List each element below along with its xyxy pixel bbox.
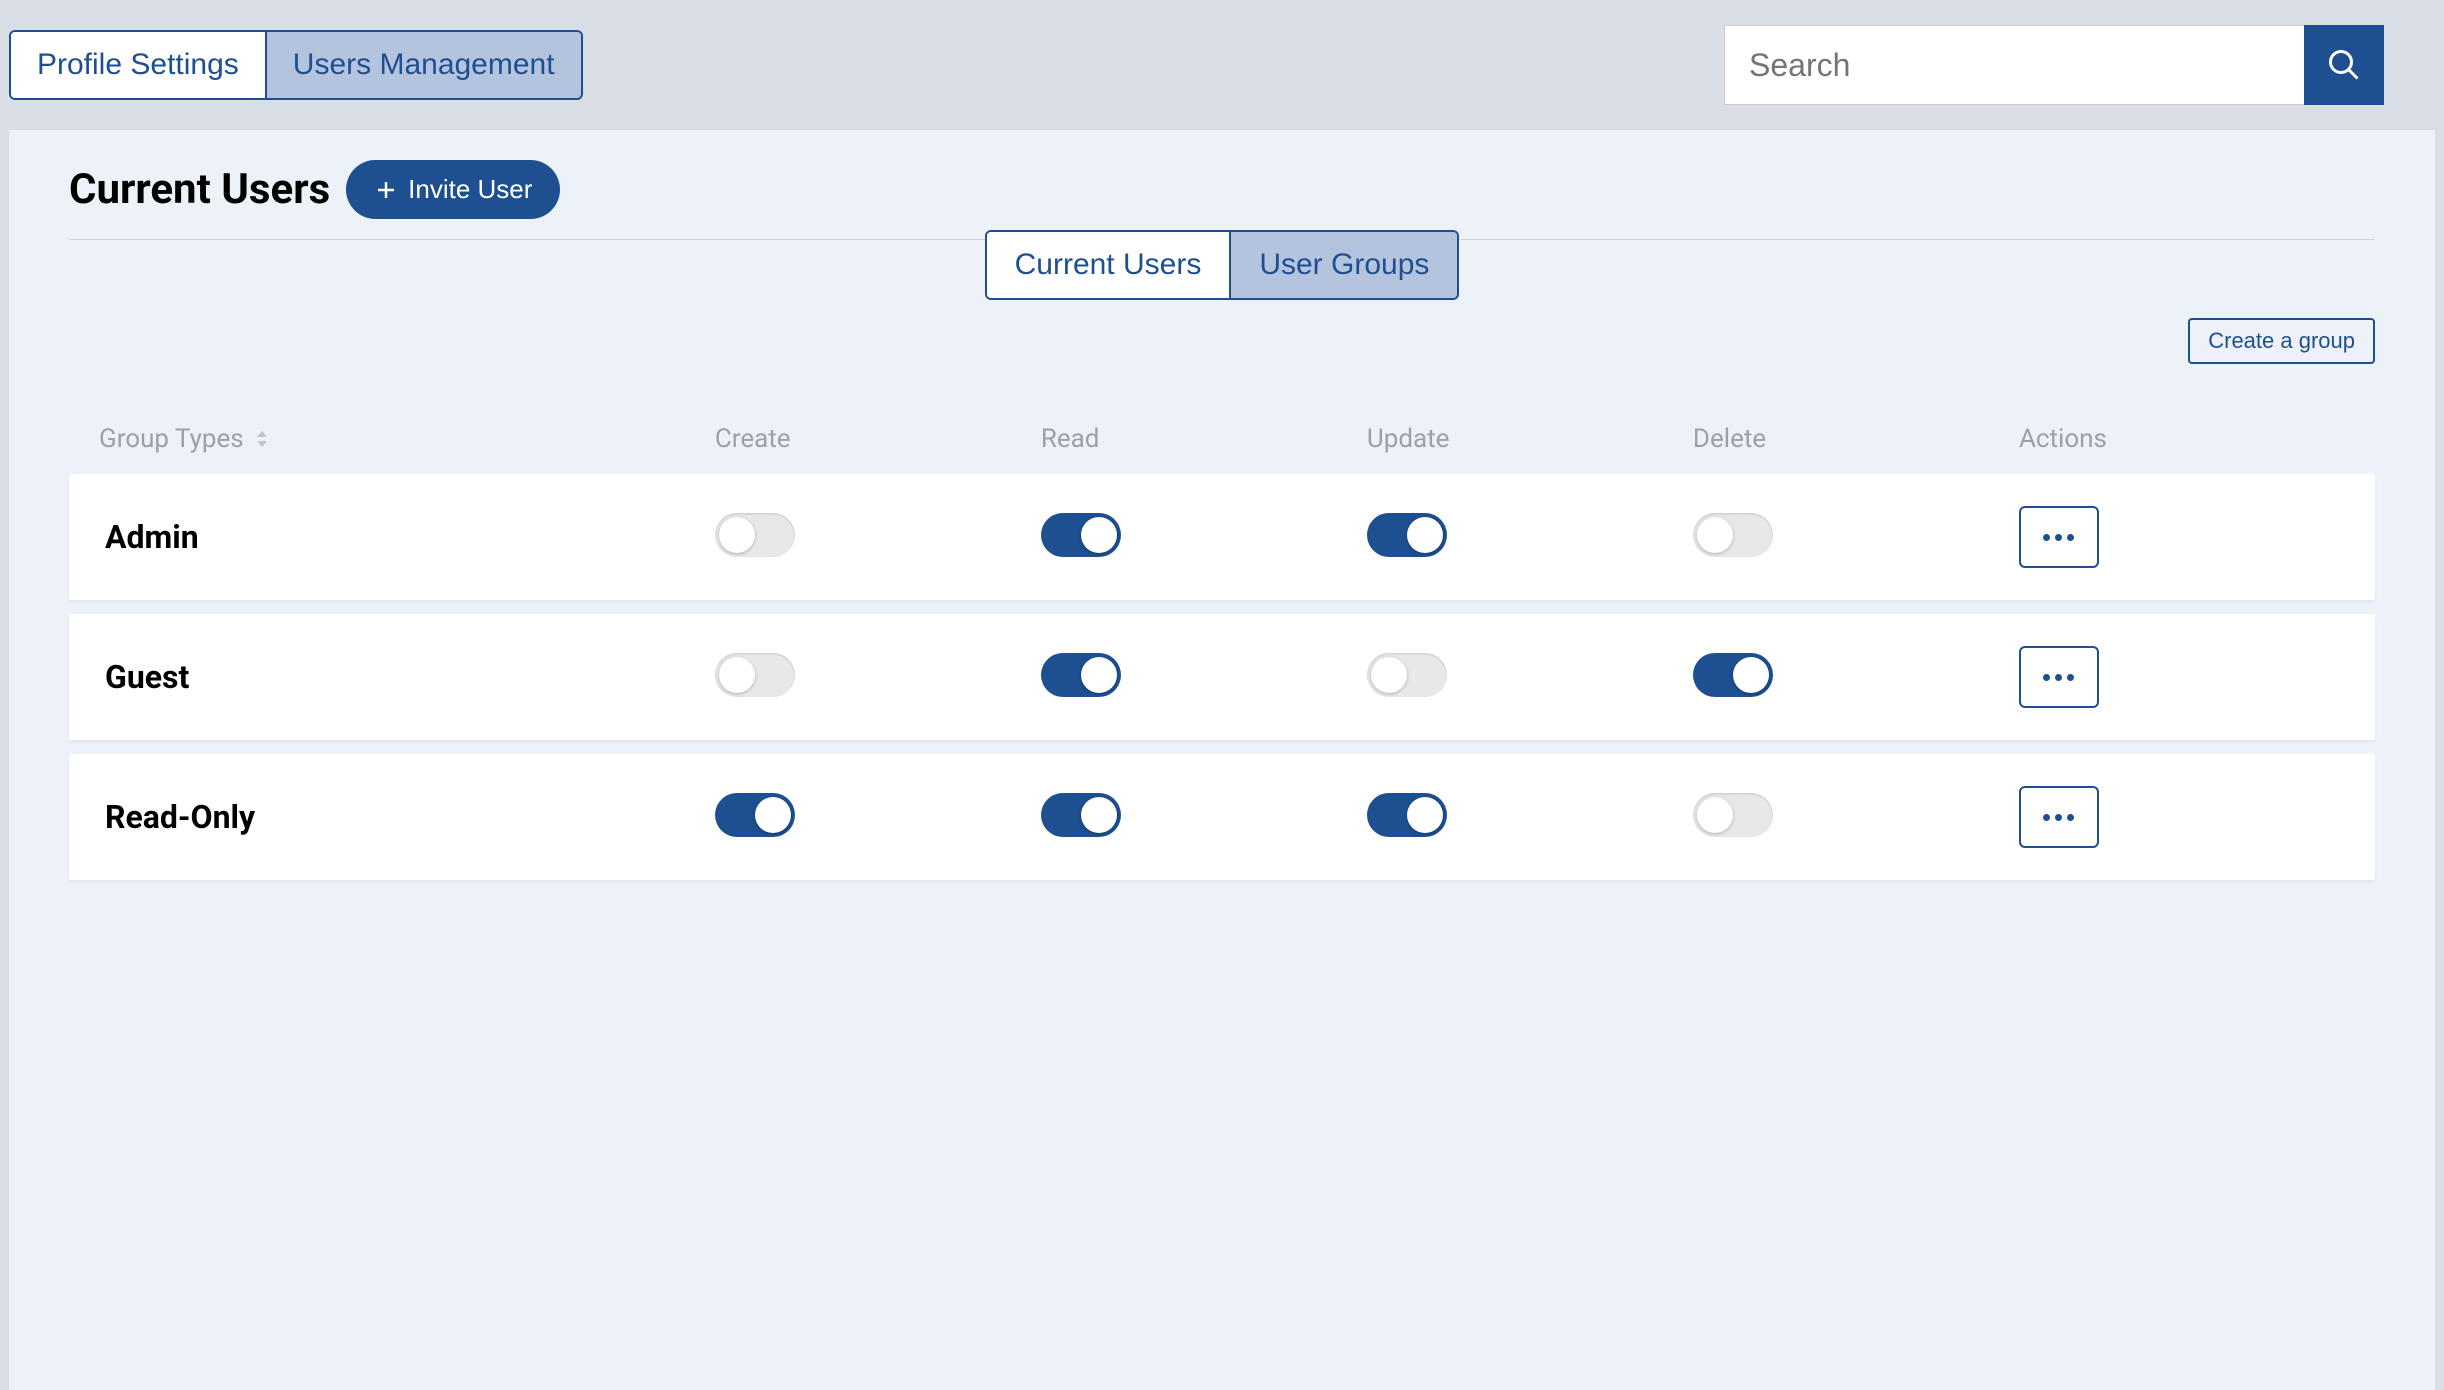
heading-row: Current Users Invite User: [69, 160, 2375, 219]
group-name: Guest: [99, 658, 715, 696]
tab-users-management[interactable]: Users Management: [265, 32, 581, 98]
column-update: Update: [1367, 424, 1693, 454]
content-area: Current Users Invite User Current Users …: [9, 130, 2435, 1390]
table-header-row: Group Types Create Read Update Delete Ac…: [69, 404, 2375, 474]
search-input[interactable]: [1724, 25, 2304, 105]
toggle-update[interactable]: [1367, 793, 1447, 837]
subtab-current-users[interactable]: Current Users: [987, 232, 1230, 298]
toggle-create[interactable]: [715, 653, 795, 697]
ellipsis-icon: [2043, 674, 2074, 681]
row-actions-button[interactable]: [2019, 786, 2099, 848]
toggle-read[interactable]: [1041, 793, 1121, 837]
column-group-types-label: Group Types: [99, 424, 244, 454]
toggle-create[interactable]: [715, 793, 795, 837]
row-actions-button[interactable]: [2019, 506, 2099, 568]
groups-table: Group Types Create Read Update Delete Ac…: [69, 404, 2375, 880]
column-delete: Delete: [1693, 424, 2019, 454]
row-actions-button[interactable]: [2019, 646, 2099, 708]
invite-user-label: Invite User: [408, 174, 532, 205]
group-name: Read-Only: [99, 798, 715, 836]
top-tabs: Profile Settings Users Management: [9, 30, 583, 100]
search-container: [1724, 25, 2384, 105]
search-icon: [2326, 47, 2362, 83]
sort-icon: [254, 424, 270, 454]
subtab-user-groups[interactable]: User Groups: [1229, 232, 1457, 298]
sub-tabs: Current Users User Groups: [985, 230, 1460, 300]
sub-tabs-row: Current Users User Groups: [69, 230, 2375, 300]
create-group-button[interactable]: Create a group: [2188, 318, 2375, 364]
column-group-types[interactable]: Group Types: [99, 424, 715, 454]
column-actions: Actions: [2019, 424, 2345, 454]
toggle-read[interactable]: [1041, 513, 1121, 557]
table-row: Guest: [69, 614, 2375, 740]
ellipsis-icon: [2043, 534, 2074, 541]
create-group-row: Create a group: [69, 318, 2375, 364]
page-title: Current Users: [69, 165, 330, 214]
toggle-delete[interactable]: [1693, 653, 1773, 697]
toggle-read[interactable]: [1041, 653, 1121, 697]
plus-icon: [374, 178, 398, 202]
group-name: Admin: [99, 518, 715, 556]
column-read: Read: [1041, 424, 1367, 454]
table-row: Admin: [69, 474, 2375, 600]
top-bar: Profile Settings Users Management: [0, 0, 2444, 130]
tab-profile-settings[interactable]: Profile Settings: [11, 32, 265, 98]
invite-user-button[interactable]: Invite User: [346, 160, 560, 219]
toggle-update[interactable]: [1367, 653, 1447, 697]
column-create: Create: [715, 424, 1041, 454]
toggle-create[interactable]: [715, 513, 795, 557]
toggle-delete[interactable]: [1693, 513, 1773, 557]
ellipsis-icon: [2043, 814, 2074, 821]
toggle-delete[interactable]: [1693, 793, 1773, 837]
toggle-update[interactable]: [1367, 513, 1447, 557]
table-row: Read-Only: [69, 754, 2375, 880]
search-button[interactable]: [2304, 25, 2384, 105]
